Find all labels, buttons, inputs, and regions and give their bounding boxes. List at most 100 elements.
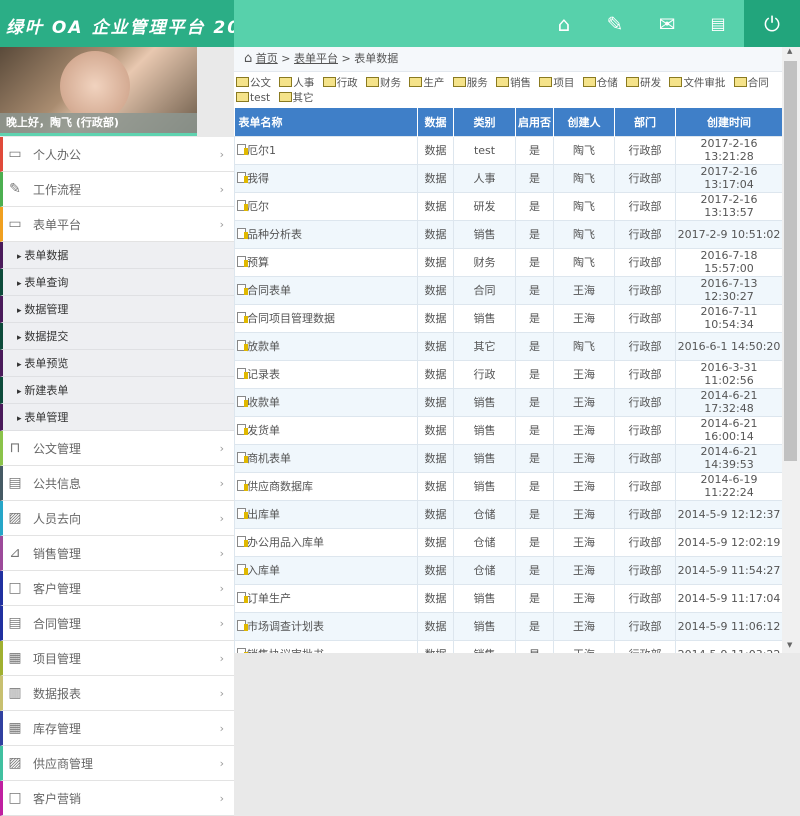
form-file-icon: [237, 452, 248, 463]
folder-link[interactable]: test: [236, 92, 270, 104]
folder-link[interactable]: 项目: [539, 77, 574, 89]
sidebar-item-公共信息[interactable]: ▤ 公共信息 ›: [0, 466, 234, 501]
column-header[interactable]: 启用否: [515, 108, 554, 136]
sidebar-item-数据报表[interactable]: ▥ 数据报表 ›: [0, 676, 234, 711]
sidebar-item-表单平台[interactable]: ▭ 表单平台 ›: [0, 207, 234, 242]
folder-link[interactable]: 财务: [366, 77, 401, 89]
form-name-link[interactable]: 发货单: [247, 424, 280, 437]
form-name-link[interactable]: 放款单: [247, 340, 280, 353]
grid-icon: ▦: [8, 720, 22, 736]
sidebar-item-销售管理[interactable]: ⊿ 销售管理 ›: [0, 536, 234, 571]
column-header[interactable]: 创建时间: [675, 108, 782, 136]
contacts-button[interactable]: ▤: [693, 0, 743, 47]
table-cell: 2017-2-16 13:17:04: [675, 163, 782, 193]
mail-button[interactable]: ✉: [642, 0, 692, 47]
form-name-link[interactable]: 品种分析表: [247, 228, 302, 241]
form-name-link[interactable]: 市场调查计划表: [247, 620, 324, 633]
submenu-item[interactable]: 表单查询: [0, 269, 234, 296]
sidebar-item-合同管理[interactable]: ▤ 合同管理 ›: [0, 606, 234, 641]
form-name-link[interactable]: 记录表: [247, 368, 280, 381]
breadcrumb-form-platform[interactable]: 表单平台: [294, 52, 338, 65]
submenu-item[interactable]: 新建表单: [0, 377, 234, 404]
sidebar-item-项目管理[interactable]: ▦ 项目管理 ›: [0, 641, 234, 676]
table-row[interactable]: 品种分析表 数据 销售是陶飞 行政部 2017-2-9 10:51:02: [234, 219, 782, 249]
folder-link[interactable]: 合同: [734, 77, 769, 89]
column-header[interactable]: 表单名称: [234, 108, 418, 136]
sidebar-item-工作流程[interactable]: ✎ 工作流程 ›: [0, 172, 234, 207]
form-name-link[interactable]: 办公用品入库单: [247, 536, 324, 549]
table-cell: 行政部: [614, 191, 676, 221]
form-name-link[interactable]: 销售协议审批书: [247, 648, 324, 653]
breadcrumb-home[interactable]: 首页: [256, 52, 278, 65]
form-name-link[interactable]: 出库单: [247, 508, 280, 521]
sidebar-item-个人办公[interactable]: ▭ 个人办公 ›: [0, 137, 234, 172]
submenu-item[interactable]: 数据提交: [0, 323, 234, 350]
table-row[interactable]: 记录表 数据 行政是王海 行政部 2016-3-31 11:02:56: [234, 359, 782, 389]
sidebar-item-库存管理[interactable]: ▦ 库存管理 ›: [0, 711, 234, 746]
table-row[interactable]: 订单生产 数据 销售是王海 行政部 2014-5-9 11:17:04: [234, 583, 782, 613]
table-row[interactable]: 办公用品入库单 数据 仓储是王海 行政部 2014-5-9 12:02:19: [234, 527, 782, 557]
form-name-link[interactable]: 厄尔: [247, 200, 269, 213]
sidebar-item-客户营销[interactable]: □ 客户营销 ›: [0, 781, 234, 816]
edit-button[interactable]: ✎: [590, 0, 640, 47]
form-name-link[interactable]: 供应商数据库: [247, 480, 313, 493]
column-header[interactable]: 类别: [453, 108, 516, 136]
table-row[interactable]: 我得 数据 人事是陶飞 行政部 2017-2-16 13:17:04: [234, 163, 782, 193]
logout-button[interactable]: ⏻: [744, 0, 800, 47]
form-name-link[interactable]: 入库单: [247, 564, 280, 577]
folder-link[interactable]: 行政: [323, 77, 358, 89]
table-row[interactable]: 放款单 数据 其它是陶飞 行政部 2016-6-1 14:50:20: [234, 331, 782, 361]
table-row[interactable]: 销售协议审批书 数据销售是王海行政部2014-5-9 11:03:22: [234, 639, 782, 653]
folder-link[interactable]: 文件审批: [669, 77, 725, 89]
form-name-link[interactable]: 商机表单: [247, 452, 291, 465]
submenu-item[interactable]: 表单管理: [0, 404, 234, 431]
sidebar-item-供应商管理[interactable]: ▨ 供应商管理 ›: [0, 746, 234, 781]
table-cell: 2014-6-19 11:22:24: [675, 471, 782, 501]
table-cell: 仓储: [453, 555, 516, 585]
table-cell: 销售: [453, 415, 516, 445]
home-button[interactable]: ⌂: [539, 0, 589, 47]
folder-link[interactable]: 仓储: [583, 77, 618, 89]
form-name-link[interactable]: 预算: [247, 256, 269, 269]
sidebar-item-人员去向[interactable]: ▨ 人员去向 ›: [0, 501, 234, 536]
form-name-link[interactable]: 我得: [247, 172, 269, 185]
table-row[interactable]: 入库单 数据 仓储是王海 行政部 2014-5-9 11:54:27: [234, 555, 782, 585]
column-header[interactable]: 创建人: [553, 108, 615, 136]
folder-link[interactable]: 研发: [626, 77, 661, 89]
table-row[interactable]: 预算 数据 财务是陶飞 行政部 2016-7-18 15:57:00: [234, 247, 782, 277]
table-row[interactable]: 厄尔1 数据 test 是陶飞 行政部 2017-2-16 13:21:28: [234, 135, 782, 165]
form-name-link[interactable]: 订单生产: [247, 592, 291, 605]
form-name-link[interactable]: 合同表单: [247, 284, 291, 297]
column-header[interactable]: 数据: [417, 108, 454, 136]
folder-link[interactable]: 公文: [236, 77, 271, 89]
folder-link[interactable]: 服务: [453, 77, 488, 89]
table-cell: 行政部: [614, 415, 676, 445]
sidebar-item-客户管理[interactable]: □ 客户管理 ›: [0, 571, 234, 606]
table-row[interactable]: 收款单 数据 销售是王海 行政部 2014-6-21 17:32:48: [234, 387, 782, 417]
table-row[interactable]: 市场调查计划表 数据 销售是王海 行政部 2014-5-9 11:06:12: [234, 611, 782, 641]
table-row[interactable]: 商机表单 数据 销售是王海 行政部 2014-6-21 14:39:53: [234, 443, 782, 473]
table-row[interactable]: 合同项目管理数据 数据 销售是王海 行政部 2016-7-11 10:54:34: [234, 303, 782, 333]
table-row[interactable]: 出库单 数据 仓储是王海 行政部 2014-5-9 12:12:37: [234, 499, 782, 529]
sidebar-item-label: 库存管理: [33, 721, 82, 736]
form-name-link[interactable]: 收款单: [247, 396, 280, 409]
table-cell: 销售: [453, 443, 516, 473]
form-name-link[interactable]: 厄尔1: [247, 144, 276, 157]
sidebar-item-公文管理[interactable]: ⊓ 公文管理 ›: [0, 431, 234, 466]
column-header[interactable]: 部门: [614, 108, 676, 136]
form-name-link[interactable]: 合同项目管理数据: [247, 312, 335, 325]
chevron-right-icon: ›: [219, 616, 224, 630]
folder-link[interactable]: 人事: [279, 77, 314, 89]
submenu-item[interactable]: 表单预览: [0, 350, 234, 377]
table-cell: 2016-7-13 12:30:27: [675, 275, 782, 305]
table-row[interactable]: 发货单 数据 销售是王海 行政部 2014-6-21 16:00:14: [234, 415, 782, 445]
table-row[interactable]: 合同表单 数据 合同是王海 行政部 2016-7-13 12:30:27: [234, 275, 782, 305]
folder-link[interactable]: 生产: [409, 77, 444, 89]
folder-link[interactable]: 销售: [496, 77, 531, 89]
submenu-item[interactable]: 表单数据: [0, 242, 234, 269]
submenu-item[interactable]: 数据管理: [0, 296, 234, 323]
scrollbar[interactable]: ▲ ▼: [782, 47, 800, 653]
table-row[interactable]: 供应商数据库 数据 销售是王海 行政部 2014-6-19 11:22:24: [234, 471, 782, 501]
table-row[interactable]: 厄尔 数据 研发是陶飞 行政部 2017-2-16 13:13:57: [234, 191, 782, 221]
folder-link[interactable]: 其它: [279, 92, 314, 104]
